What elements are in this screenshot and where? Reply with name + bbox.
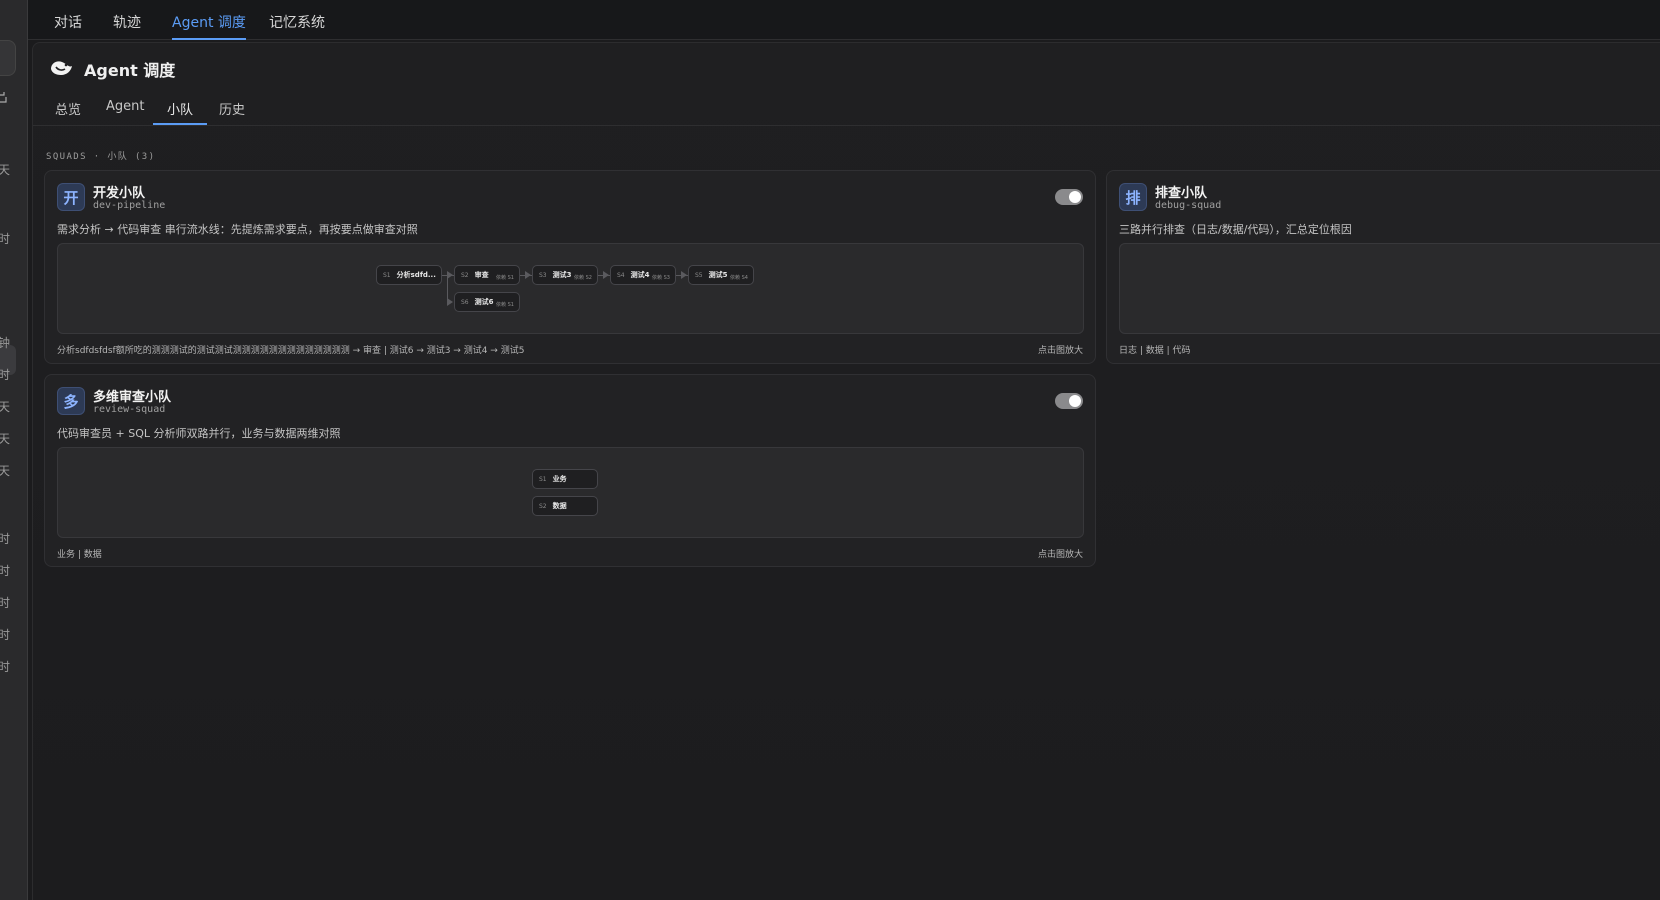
- flow-node[interactable]: S2 审查 依赖 S1: [454, 265, 520, 285]
- node-id: S4: [617, 271, 625, 279]
- squad-card-dev-pipeline[interactable]: 开 开发小队 dev-pipeline 需求分析 → 代码审查 串行流水线：先提…: [44, 170, 1096, 364]
- whale-bird-icon: [51, 61, 72, 75]
- sidebar-item-text[interactable]: 天: [0, 398, 10, 415]
- squad-description: 代码审查员 + SQL 分析师双路并行，业务与数据两维对照: [57, 427, 341, 440]
- squad-avatar: 开: [57, 183, 85, 211]
- sidebar-nav-pill[interactable]: [0, 40, 16, 76]
- node-id: S6: [461, 298, 469, 306]
- squad-description: 三路并行排查（日志/数据/代码），汇总定位根因: [1119, 223, 1352, 236]
- sidebar-item-text[interactable]: 时: [0, 366, 10, 383]
- left-sidebar: 天 时 钟 时 天 天 天 时 时 时 时 时: [0, 0, 28, 900]
- toggle-knob: [1069, 395, 1081, 407]
- sidebar-item-text[interactable]: 时: [0, 562, 10, 579]
- flow-node[interactable]: S2 数据: [532, 496, 598, 516]
- flow-arrow: [603, 271, 609, 279]
- squad-card-review-squad[interactable]: 多 多维审查小队 review-squad 代码审查员 + SQL 分析师双路并…: [44, 374, 1096, 567]
- flow-node[interactable]: S5 测试5 依赖 S4: [688, 265, 754, 285]
- node-label: 分析sdfd...: [396, 271, 436, 279]
- sidebar-item-text[interactable]: 天: [0, 430, 10, 447]
- node-id: S1: [383, 271, 391, 279]
- node-id: S2: [461, 271, 469, 279]
- squad-flow-summary: 分析sdfdsfdsf额所吃的测测测试的测试测试测测测测测测测测测测测测测 → …: [57, 346, 525, 356]
- squad-flow-diagram[interactable]: S1 业务 S2 数据: [57, 447, 1084, 538]
- squad-description: 需求分析 → 代码审查 串行流水线：先提炼需求要点，再按要点做审查对照: [57, 223, 418, 236]
- flow-arrow: [525, 271, 531, 279]
- sidebar-item-text[interactable]: 时: [0, 594, 10, 611]
- subtab-squads[interactable]: 小队: [153, 99, 208, 125]
- node-dependency: 依赖 S4: [730, 275, 748, 281]
- tab-chat[interactable]: 对话: [54, 12, 82, 40]
- squad-flow-summary: 业务 | 数据: [57, 550, 102, 560]
- sidebar-item-text[interactable]: 时: [0, 658, 10, 675]
- subtab-agent[interactable]: Agent: [92, 99, 158, 125]
- node-label: 测试6: [474, 298, 494, 306]
- zoom-hint[interactable]: 点击图放大: [1038, 343, 1083, 356]
- node-label: 审查: [474, 271, 489, 279]
- squad-avatar: 多: [57, 387, 85, 415]
- top-nav: 对话 轨迹 Agent 调度 记忆系统: [28, 0, 1660, 40]
- node-id: S3: [539, 271, 547, 279]
- flow-node[interactable]: S4 测试4 依赖 S3: [610, 265, 676, 285]
- zoom-hint[interactable]: 点击图放大: [1038, 547, 1083, 560]
- section-label: SQUADS · 小队 (3): [46, 152, 156, 162]
- flow-node[interactable]: S1 分析sdfd...: [376, 265, 442, 285]
- sidebar-item-text[interactable]: 天: [0, 161, 10, 178]
- node-id: S5: [695, 271, 703, 279]
- flow-node[interactable]: S1 业务: [532, 469, 598, 489]
- sidebar-item-text[interactable]: 时: [0, 626, 10, 643]
- sidebar-item-text[interactable]: 钟: [0, 334, 10, 351]
- divider: [33, 125, 1660, 126]
- node-id: S1: [539, 475, 547, 483]
- node-label: 测试5: [708, 271, 728, 279]
- squad-slug: dev-pipeline: [93, 200, 166, 211]
- subtab-history[interactable]: 历史: [205, 99, 259, 125]
- sidebar-item-text[interactable]: 时: [0, 230, 10, 247]
- sidebar-item-text[interactable]: 时: [0, 530, 10, 547]
- squad-card-debug-squad[interactable]: 排 排查小队 debug-squad 三路并行排查（日志/数据/代码），汇总定位…: [1106, 170, 1660, 364]
- squad-name: 多维审查小队: [93, 390, 172, 405]
- squad-enable-toggle[interactable]: [1055, 393, 1083, 409]
- squad-flow-summary: 日志 | 数据 | 代码: [1119, 346, 1191, 356]
- node-label: 测试4: [630, 271, 650, 279]
- node-label: 测试3: [552, 271, 572, 279]
- node-label: 数据: [552, 502, 567, 510]
- node-label: 业务: [552, 475, 567, 483]
- refresh-icon[interactable]: [0, 92, 10, 106]
- squad-name: 排查小队: [1155, 186, 1208, 201]
- sidebar-item-text[interactable]: 天: [0, 462, 10, 479]
- squad-slug: debug-squad: [1155, 200, 1222, 211]
- squad-flow-diagram[interactable]: [1119, 243, 1660, 334]
- squad-name: 开发小队: [93, 186, 146, 201]
- flow-arrow: [447, 298, 453, 306]
- node-dependency: 依赖 S1: [496, 302, 514, 308]
- tab-trajectory[interactable]: 轨迹: [113, 12, 141, 40]
- node-id: S2: [539, 502, 547, 510]
- tab-agent-dispatch[interactable]: Agent 调度: [172, 12, 246, 40]
- flow-node[interactable]: S6 测试6 依赖 S1: [454, 292, 520, 312]
- flow-node[interactable]: S3 测试3 依赖 S2: [532, 265, 598, 285]
- tab-memory-system[interactable]: 记忆系统: [269, 12, 325, 40]
- node-dependency: 依赖 S3: [652, 275, 670, 281]
- agent-dispatch-panel: Agent 调度 总览 Agent 小队 历史 SQUADS · 小队 (3) …: [32, 42, 1660, 900]
- flow-arrow: [681, 271, 687, 279]
- squad-flow-diagram[interactable]: S1 分析sdfd... S2 审查 依赖 S1 S3 测试3 依赖 S2 S4…: [57, 243, 1084, 334]
- squad-enable-toggle[interactable]: [1055, 189, 1083, 205]
- squad-avatar: 排: [1119, 183, 1147, 211]
- squad-slug: review-squad: [93, 404, 166, 415]
- subtab-overview[interactable]: 总览: [41, 99, 95, 125]
- page-title: Agent 调度: [84, 61, 176, 80]
- node-dependency: 依赖 S1: [496, 275, 514, 281]
- toggle-knob: [1069, 191, 1081, 203]
- node-dependency: 依赖 S2: [574, 275, 592, 281]
